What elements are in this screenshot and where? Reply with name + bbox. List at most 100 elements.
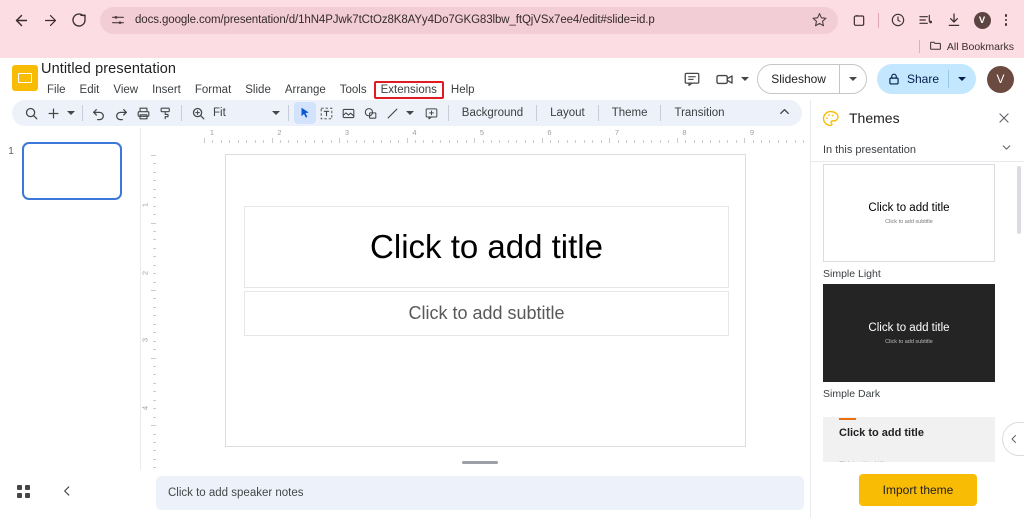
share-button[interactable]: Share (876, 64, 976, 94)
toolbar-divider-4 (447, 105, 449, 121)
subtitle-placeholder[interactable]: Click to add subtitle (244, 291, 729, 336)
line-dropdown-icon[interactable] (404, 111, 417, 115)
comment-icon[interactable] (677, 64, 707, 94)
star-icon[interactable] (812, 12, 828, 28)
ruler-tick-label: 3 (344, 128, 350, 137)
plus-icon[interactable] (42, 102, 64, 124)
account-avatar[interactable]: V (987, 65, 1014, 93)
theme-button[interactable]: Theme (604, 105, 656, 121)
background-button[interactable]: Background (454, 105, 531, 121)
chevron-down-icon[interactable] (1000, 141, 1013, 159)
ruler-tick-label: 7 (614, 128, 620, 137)
share-dropdown-icon[interactable] (952, 77, 972, 81)
shield-clock-icon[interactable] (886, 8, 910, 32)
menu-insert[interactable]: Insert (145, 81, 188, 99)
menu-format[interactable]: Format (188, 81, 238, 99)
slides-header: Untitled presentation File Edit View Ins… (0, 58, 1024, 100)
theme-filter-dropdown[interactable]: In this presentation (811, 138, 1024, 162)
line-icon[interactable] (382, 102, 404, 124)
image-icon[interactable] (338, 102, 360, 124)
folder-icon (929, 39, 942, 55)
cursor-icon[interactable] (293, 102, 316, 124)
layout-button[interactable]: Layout (542, 105, 593, 121)
slideshow-button[interactable]: Slideshow (757, 64, 867, 94)
import-theme-button[interactable]: Import theme (858, 474, 978, 506)
zoom-dropdown-icon[interactable] (270, 111, 283, 115)
bookmarks-divider (918, 40, 920, 53)
theme-preview-dark: Click to add title Click to add subtitle (823, 284, 995, 382)
print-icon[interactable] (132, 102, 154, 124)
browser-chrome: docs.google.com/presentation/d/1hN4PJwk7… (0, 0, 1024, 58)
menu-view[interactable]: View (106, 81, 145, 99)
ruler-tick-label: 6 (547, 128, 552, 137)
themes-panel-footer: Import theme (811, 462, 1024, 518)
new-slide-dropdown-icon[interactable] (64, 111, 77, 115)
forward-arrow-icon[interactable] (37, 7, 63, 33)
title-placeholder[interactable]: Click to add title (244, 206, 729, 288)
menu-arrange[interactable]: Arrange (278, 81, 333, 99)
all-bookmarks-button[interactable]: All Bookmarks (929, 39, 1014, 55)
menu-file[interactable]: File (40, 81, 73, 99)
ruler-tick-label: 4 (141, 405, 150, 410)
document-title[interactable]: Untitled presentation (41, 61, 176, 77)
google-slides-window: docs.google.com/presentation/d/1hN4PJwk7… (0, 0, 1024, 518)
slide-thumbnail-1[interactable] (22, 142, 122, 200)
zoom-icon[interactable] (187, 102, 209, 124)
ruler-tick-label: 1 (209, 128, 215, 137)
chevron-up-icon[interactable] (777, 104, 792, 124)
video-camera-icon[interactable] (709, 64, 739, 94)
reload-icon[interactable] (66, 7, 92, 33)
add-comment-icon[interactable] (421, 102, 443, 124)
undo-icon[interactable] (88, 102, 110, 124)
paint-format-icon[interactable] (154, 102, 176, 124)
profile-avatar[interactable]: V (970, 8, 994, 32)
search-icon[interactable] (20, 102, 42, 124)
themes-list: Click to add title Click to add subtitle… (811, 164, 1024, 464)
header-actions: Slideshow Share V (677, 64, 1014, 94)
text-box-icon[interactable] (316, 102, 338, 124)
slide-canvas[interactable]: Click to add title Click to add subtitle (225, 154, 746, 447)
address-bar[interactable]: docs.google.com/presentation/d/1hN4PJwk7… (100, 6, 838, 34)
speaker-notes-placeholder: Click to add speaker notes (168, 487, 304, 499)
menu-tools[interactable]: Tools (333, 81, 374, 99)
close-icon[interactable] (993, 107, 1015, 129)
theme-title-text: Click to add title (868, 201, 950, 214)
theme-card-third[interactable]: Click to add title Click to add subtitle (823, 404, 1013, 464)
speaker-notes-field[interactable]: Click to add speaker notes (156, 476, 804, 510)
redo-icon[interactable] (110, 102, 132, 124)
menu-help[interactable]: Help (444, 81, 482, 99)
filmstrip-row: 1 (0, 142, 141, 200)
theme-name-label: Simple Light (823, 268, 881, 280)
menu-extensions[interactable]: Extensions (373, 81, 444, 99)
theme-filter-label: In this presentation (823, 143, 916, 156)
back-arrow-icon[interactable] (8, 7, 34, 33)
chevron-left-icon[interactable] (54, 478, 80, 504)
kebab-menu-icon[interactable] (996, 14, 1016, 26)
menu-bar: File Edit View Insert Format Slide Arran… (40, 81, 482, 99)
theme-accent-line (839, 418, 856, 420)
playlist-icon[interactable] (914, 8, 938, 32)
shape-icon[interactable] (360, 102, 382, 124)
download-icon[interactable] (942, 8, 966, 32)
meet-dropdown-icon[interactable] (741, 77, 750, 81)
menu-slide[interactable]: Slide (238, 81, 278, 99)
subtitle-placeholder-text: Click to add subtitle (408, 303, 565, 323)
lock-icon (887, 72, 901, 86)
tab-list-icon[interactable] (847, 8, 871, 32)
slideshow-dropdown-icon[interactable] (840, 77, 866, 81)
zoom-level-label[interactable]: Fit (209, 107, 230, 119)
menu-edit[interactable]: Edit (73, 81, 107, 99)
theme-subtitle-text: Click to add subtitle (885, 338, 933, 345)
toolbar-divider-1 (82, 105, 83, 121)
all-bookmarks-label: All Bookmarks (946, 40, 1014, 53)
tune-icon[interactable] (110, 12, 126, 28)
toolbar-divider-7 (660, 105, 662, 121)
ruler-tick-label: 3 (141, 337, 150, 343)
theme-card-simple-dark[interactable]: Click to add title Click to add subtitle… (823, 284, 1013, 400)
transition-button[interactable]: Transition (666, 105, 732, 121)
ruler-tick-label: 2 (277, 128, 282, 137)
canvas-resize-handle[interactable] (462, 461, 498, 464)
theme-card-simple-light[interactable]: Click to add title Click to add subtitle… (823, 164, 1013, 280)
grid-view-icon[interactable] (10, 478, 36, 504)
slides-file-icon (12, 65, 38, 91)
